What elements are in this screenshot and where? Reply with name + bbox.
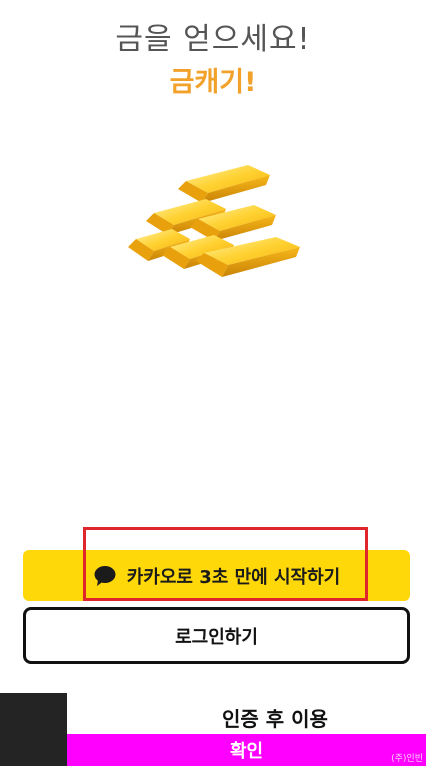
page-title: 금을 얻으세요!: [115, 22, 311, 57]
confirm-label: 확인: [229, 741, 264, 762]
auth-notice-text: 인증 후 이용: [222, 707, 328, 731]
login-button[interactable]: 로그인하기: [23, 607, 410, 664]
page-subtitle: 금캐기!: [169, 67, 257, 98]
kakao-start-label: 카카오로 3초 만에 시작하기: [126, 566, 341, 588]
speech-bubble-icon: [94, 565, 116, 586]
gold-bars-icon: [128, 165, 300, 277]
confirm-button[interactable]: 확인: [67, 734, 426, 766]
dark-panel: [0, 693, 67, 766]
login-label: 로그인하기: [175, 626, 258, 648]
company-label: (주)인빈: [391, 754, 423, 764]
kakao-start-button[interactable]: 카카오로 3초 만에 시작하기: [23, 550, 410, 601]
